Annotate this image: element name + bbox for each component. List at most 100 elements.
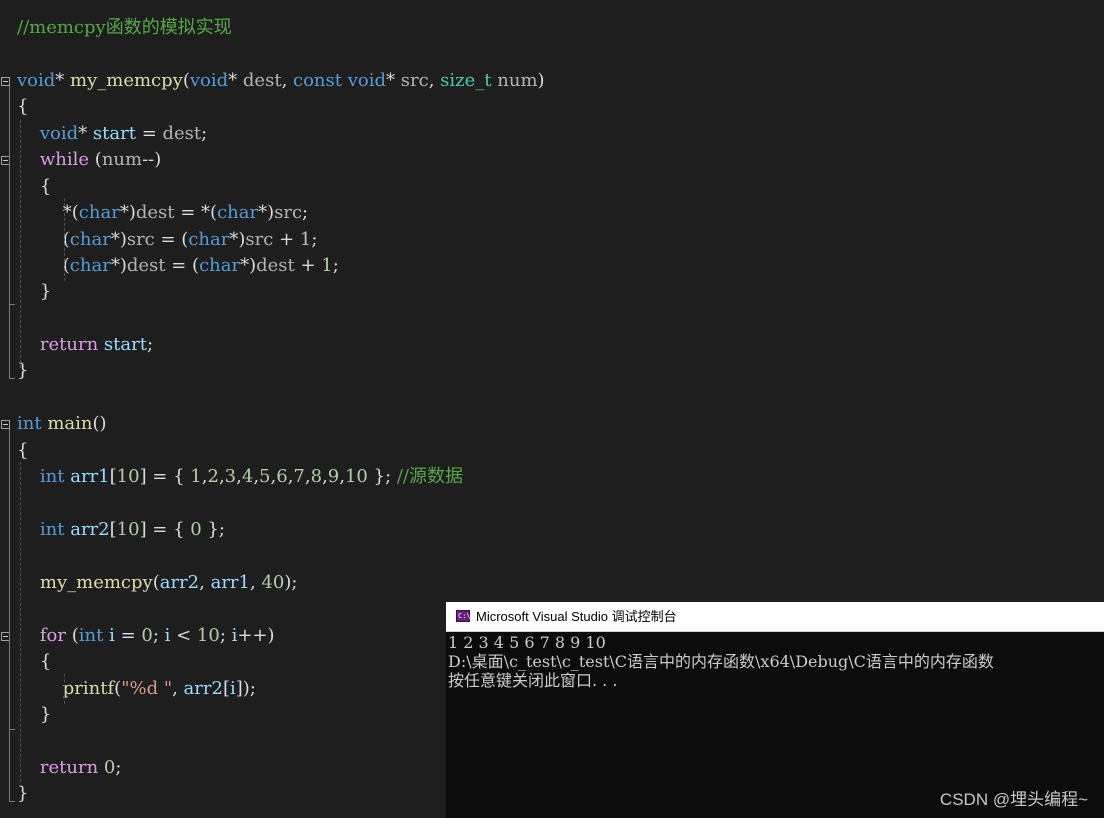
code-line[interactable]: { <box>17 438 28 464</box>
collapse-toggle-icon[interactable] <box>1 77 10 86</box>
code-token: dest <box>242 70 282 91</box>
code-token: ; <box>201 123 208 144</box>
code-line[interactable]: void* start = dest; <box>17 121 207 147</box>
code-token: { <box>17 96 29 117</box>
code-token: 9 <box>327 466 340 487</box>
code-token: *( <box>17 202 79 223</box>
code-line[interactable]: int arr1[10] = { 1,2,3,4,5,6,7,8,9,10 };… <box>17 464 463 490</box>
code-token: }; <box>201 519 225 540</box>
code-token: ; <box>152 625 165 646</box>
code-token: , <box>428 70 441 91</box>
code-line[interactable]: for (int i = 0; i < 10; i++) <box>17 623 275 649</box>
code-token: 1 <box>299 229 312 250</box>
code-token: 7 <box>293 466 305 487</box>
code-token: { <box>17 651 52 672</box>
code-token: num <box>101 149 143 170</box>
code-token: [ <box>222 678 230 699</box>
outline-bar-end <box>9 304 15 305</box>
code-token: //memcpy函数的模拟实现 <box>17 17 232 38</box>
code-token: void <box>39 123 79 144</box>
code-line[interactable]: (char*)dest = (char*)dest + 1; <box>17 253 339 279</box>
code-token: , <box>281 70 294 91</box>
code-token: *) <box>110 229 127 250</box>
code-token: { <box>17 176 52 197</box>
code-line[interactable]: { <box>17 94 28 120</box>
code-token: arr2 <box>183 678 223 699</box>
console-output-line: 1 2 3 4 5 6 7 8 9 10 <box>448 633 606 652</box>
code-token: int <box>17 413 42 434</box>
code-line[interactable]: { <box>17 174 51 200</box>
code-token: const <box>293 70 342 91</box>
code-token: "%d " <box>121 678 173 699</box>
code-line[interactable]: my_memcpy(arr2, arr1, 40); <box>17 570 298 596</box>
code-token: ; <box>302 202 309 223</box>
code-token: { <box>17 440 29 461</box>
code-token: int <box>39 466 65 487</box>
code-token: 8 <box>310 466 323 487</box>
code-token: my_memcpy <box>39 572 153 593</box>
code-token: ; <box>219 625 232 646</box>
code-token: = <box>114 625 142 646</box>
code-line[interactable]: } <box>17 781 28 807</box>
code-token: + <box>294 255 322 276</box>
code-line[interactable]: } <box>17 358 28 384</box>
code-line[interactable]: //memcpy函数的模拟实现 <box>17 15 232 41</box>
code-token: 10 <box>196 625 220 646</box>
code-token: start <box>103 334 147 355</box>
code-line[interactable]: return 0; <box>17 755 122 781</box>
console-output-line: 按任意键关闭此窗口. . . <box>448 671 618 690</box>
code-line[interactable]: int main() <box>17 411 107 437</box>
code-token: ] = { <box>139 519 191 540</box>
code-token: dest <box>126 255 166 276</box>
code-token: ( <box>17 255 70 276</box>
code-token: num <box>497 70 538 91</box>
code-token: arr2 <box>159 572 200 593</box>
code-token: () <box>92 413 107 434</box>
collapse-toggle-icon[interactable] <box>1 420 10 429</box>
code-token: ] = { <box>139 466 191 487</box>
code-token: 0 <box>103 757 116 778</box>
code-line[interactable]: return start; <box>17 332 153 358</box>
code-token: ]); <box>235 678 256 699</box>
console-title: Microsoft Visual Studio 调试控制台 <box>476 609 677 624</box>
code-token: arr1 <box>210 572 250 593</box>
code-line[interactable]: printf("%d ", arr2[i]); <box>17 676 256 702</box>
code-token: = ( <box>165 255 200 276</box>
code-token: 40 <box>261 572 285 593</box>
code-token: 1 <box>190 466 202 487</box>
code-token: --) <box>142 149 162 170</box>
code-line[interactable]: int arr2[10] = { 0 }; <box>17 517 225 543</box>
code-token: main <box>47 413 93 434</box>
code-token: dest <box>135 202 175 223</box>
code-line[interactable]: (char*)src = (char*)src + 1; <box>17 227 318 253</box>
code-token: ( <box>66 625 79 646</box>
code-line[interactable]: } <box>17 279 51 305</box>
code-token: , <box>172 678 184 699</box>
code-token: src <box>245 229 274 250</box>
code-token: printf <box>62 678 115 699</box>
outline-bar <box>9 641 10 730</box>
code-line[interactable]: *(char*)dest = *(char*)src; <box>17 200 308 226</box>
code-token: , <box>199 572 211 593</box>
code-line[interactable]: while (num--) <box>17 147 161 173</box>
code-token: + <box>273 229 300 250</box>
code-token: 4 <box>241 466 254 487</box>
code-token: char <box>78 202 120 223</box>
code-token: ( <box>89 149 102 170</box>
code-token: dest <box>162 123 202 144</box>
code-line[interactable]: } <box>17 702 51 728</box>
code-token: ; <box>332 255 339 276</box>
code-token: 2 <box>207 466 219 487</box>
outline-bar <box>9 429 10 802</box>
code-token: * <box>55 70 71 91</box>
code-token: * <box>228 70 243 91</box>
code-token: 0 <box>190 519 202 540</box>
code-token: arr1 <box>70 466 110 487</box>
indent-guide <box>64 198 65 281</box>
code-line[interactable]: { <box>17 649 51 675</box>
code-token: for <box>39 625 66 646</box>
console-title-bar[interactable]: Microsoft Visual Studio 调试控制台 <box>446 602 1104 632</box>
code-token: } <box>17 704 52 725</box>
code-line[interactable]: void* my_memcpy(void* dest, const void* … <box>17 68 545 94</box>
code-token: 10 <box>116 519 140 540</box>
